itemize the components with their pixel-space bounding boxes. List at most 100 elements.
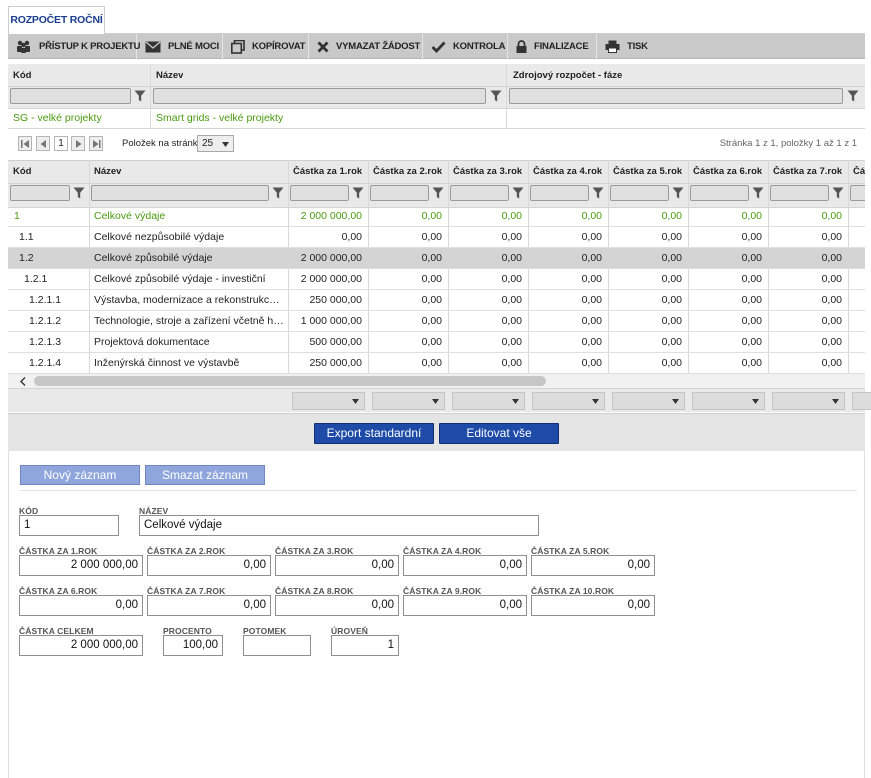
col-header-name[interactable]: Název bbox=[156, 70, 183, 81]
first-page-button[interactable] bbox=[18, 136, 32, 151]
table-row[interactable]: 1.2.1.2 Technologie, stroje a zařízení vč… bbox=[8, 311, 865, 332]
export-standard-button[interactable]: Export standardní bbox=[314, 423, 434, 444]
tab-rozpocet-rocni[interactable]: ROZPOČET ROČNÍ bbox=[8, 6, 105, 34]
table-row[interactable]: 1.2 Celkové způsobilé výdaje 2 000 000,00 0… bbox=[8, 248, 865, 269]
field-input-amount-9[interactable]: 0,00 bbox=[403, 595, 527, 616]
field-input-code[interactable]: 1 bbox=[19, 515, 119, 536]
delete-application-button[interactable]: VYMAZAT ŽÁDOST bbox=[309, 34, 423, 59]
col-header-code[interactable]: Kód bbox=[13, 70, 31, 81]
col-header-amount-8[interactable]: Čá bbox=[853, 166, 865, 177]
next-page-button[interactable] bbox=[71, 136, 85, 151]
power-of-attorney-button[interactable]: PLNÉ MOCI bbox=[137, 34, 223, 59]
copy-button[interactable]: KOPÍROVAT bbox=[223, 34, 309, 59]
filter-input-code[interactable] bbox=[10, 88, 131, 104]
aggregate-select[interactable] bbox=[452, 392, 525, 410]
edit-all-button[interactable]: Editovat vše bbox=[439, 423, 559, 444]
filter-input-code[interactable] bbox=[10, 185, 70, 201]
prev-page-button[interactable] bbox=[36, 136, 50, 151]
table-cell[interactable]: Smart grids - velké projekty bbox=[156, 112, 501, 124]
filter-input-amount-2[interactable] bbox=[370, 185, 429, 201]
row-amount: 0,00 bbox=[581, 315, 602, 327]
row-amount: 0,00 bbox=[821, 231, 842, 243]
field-input-amount-total[interactable]: 2 000 000,00 bbox=[19, 635, 143, 656]
table-row[interactable]: 1.2.1 Celkové způsobilé výdaje - investič… bbox=[8, 269, 865, 290]
aggregate-select[interactable] bbox=[532, 392, 605, 410]
col-header-amount-6[interactable]: Částka za 6.rok bbox=[693, 166, 767, 177]
table-row[interactable]: 1.1 Celkové nezpůsobilé výdaje 0,00 0,00 0,0… bbox=[8, 227, 865, 248]
field-input-percent[interactable]: 100,00 bbox=[163, 635, 223, 656]
field-input-amount-8[interactable]: 0,00 bbox=[275, 595, 399, 616]
filter-input-source-budget[interactable] bbox=[509, 88, 843, 104]
aggregate-select[interactable] bbox=[612, 392, 685, 410]
horizontal-scrollbar[interactable] bbox=[8, 374, 865, 388]
field-input-name[interactable]: Celkové výdaje bbox=[139, 515, 539, 536]
finalize-button[interactable]: FINALIZACE bbox=[508, 34, 597, 59]
filter-icon[interactable] bbox=[134, 90, 146, 102]
filter-icon[interactable] bbox=[73, 187, 85, 199]
print-button[interactable]: TISK bbox=[597, 34, 657, 59]
field-input-amount-7[interactable]: 0,00 bbox=[147, 595, 271, 616]
filter-icon[interactable] bbox=[490, 90, 502, 102]
table-row[interactable]: 1 Celkové výdaje 2 000 000,00 0,00 0,00 0,00 0… bbox=[8, 206, 865, 227]
filter-icon[interactable] bbox=[432, 187, 444, 199]
filter-icon[interactable] bbox=[352, 187, 364, 199]
col-header-amount-7[interactable]: Částka za 7.rok bbox=[773, 166, 847, 177]
field-input-child[interactable] bbox=[243, 635, 311, 656]
aggregate-select[interactable] bbox=[292, 392, 365, 410]
delete-record-button[interactable]: Smazat záznam bbox=[145, 465, 265, 485]
field-input-amount-5[interactable]: 0,00 bbox=[531, 555, 655, 576]
scrollbar-thumb[interactable] bbox=[34, 376, 546, 386]
col-header-code[interactable]: Kód bbox=[13, 166, 88, 177]
filter-input-amount-6[interactable] bbox=[690, 185, 749, 201]
col-header-amount-2[interactable]: Částka za 2.rok bbox=[373, 166, 447, 177]
check-button[interactable]: KONTROLA bbox=[423, 34, 508, 59]
filter-icon[interactable] bbox=[832, 187, 844, 199]
aggregate-select[interactable] bbox=[692, 392, 765, 410]
filter-icon[interactable] bbox=[672, 187, 684, 199]
filter-icon[interactable] bbox=[272, 187, 284, 199]
filter-icon[interactable] bbox=[847, 90, 859, 102]
field-input-amount-6[interactable]: 0,00 bbox=[19, 595, 143, 616]
row-amount: 0,00 bbox=[501, 252, 522, 264]
aggregate-select[interactable] bbox=[852, 392, 871, 410]
filter-input-amount-8[interactable] bbox=[850, 185, 865, 201]
page-number-input[interactable]: 1 bbox=[54, 136, 68, 151]
field-input-amount-3[interactable]: 0,00 bbox=[275, 555, 399, 576]
filter-icon[interactable] bbox=[512, 187, 524, 199]
col-header-amount-4[interactable]: Částka za 4.rok bbox=[533, 166, 607, 177]
table-row[interactable]: 1.2.1.3 Projektová dokumentace 500 000,00 0… bbox=[8, 332, 865, 353]
aggregate-select[interactable] bbox=[372, 392, 445, 410]
row-amount: 0,00 bbox=[581, 231, 602, 243]
aggregate-select[interactable] bbox=[772, 392, 845, 410]
field-input-amount-2[interactable]: 0,00 bbox=[147, 555, 271, 576]
col-header-amount-1[interactable]: Částka za 1.rok bbox=[293, 166, 367, 177]
col-header-amount-3[interactable]: Částka za 3.rok bbox=[453, 166, 527, 177]
filter-input-amount-5[interactable] bbox=[610, 185, 669, 201]
filter-icon[interactable] bbox=[752, 187, 764, 199]
filter-input-amount-1[interactable] bbox=[290, 185, 349, 201]
filter-input-amount-4[interactable] bbox=[530, 185, 589, 201]
field-input-amount-4[interactable]: 0,00 bbox=[403, 555, 527, 576]
chevron-down-icon bbox=[832, 399, 839, 404]
table-row[interactable]: 1.2.1.1 Výstavba, modernizace a rekonstru… bbox=[8, 290, 865, 311]
row-amount: 1 000 000,00 bbox=[300, 315, 362, 327]
field-input-level[interactable]: 1 bbox=[331, 635, 399, 656]
filter-input-amount-7[interactable] bbox=[770, 185, 829, 201]
filter-input-name[interactable] bbox=[91, 185, 269, 201]
table-row[interactable]: 1.2.1.4 Inženýrská činnost ve výstavbě 250… bbox=[8, 353, 865, 374]
first-page-icon bbox=[21, 140, 29, 148]
table-cell[interactable]: SG - velké projekty bbox=[13, 112, 148, 124]
filter-icon[interactable] bbox=[592, 187, 604, 199]
col-header-name[interactable]: Název bbox=[94, 166, 287, 177]
chevron-left-icon[interactable] bbox=[20, 377, 26, 386]
filter-input-name[interactable] bbox=[153, 88, 486, 104]
col-header-amount-5[interactable]: Částka za 5.rok bbox=[613, 166, 687, 177]
access-project-button[interactable]: PŘÍSTUP K PROJEKTU bbox=[8, 34, 140, 59]
field-input-amount-10[interactable]: 0,00 bbox=[531, 595, 655, 616]
filter-input-amount-3[interactable] bbox=[450, 185, 509, 201]
field-input-amount-1[interactable]: 2 000 000,00 bbox=[19, 555, 143, 576]
new-record-button[interactable]: Nový záznam bbox=[20, 465, 140, 485]
per-page-select[interactable]: 25 bbox=[197, 135, 234, 152]
col-header-source-budget[interactable]: Zdrojový rozpočet - fáze bbox=[513, 70, 622, 81]
last-page-button[interactable] bbox=[89, 136, 103, 151]
